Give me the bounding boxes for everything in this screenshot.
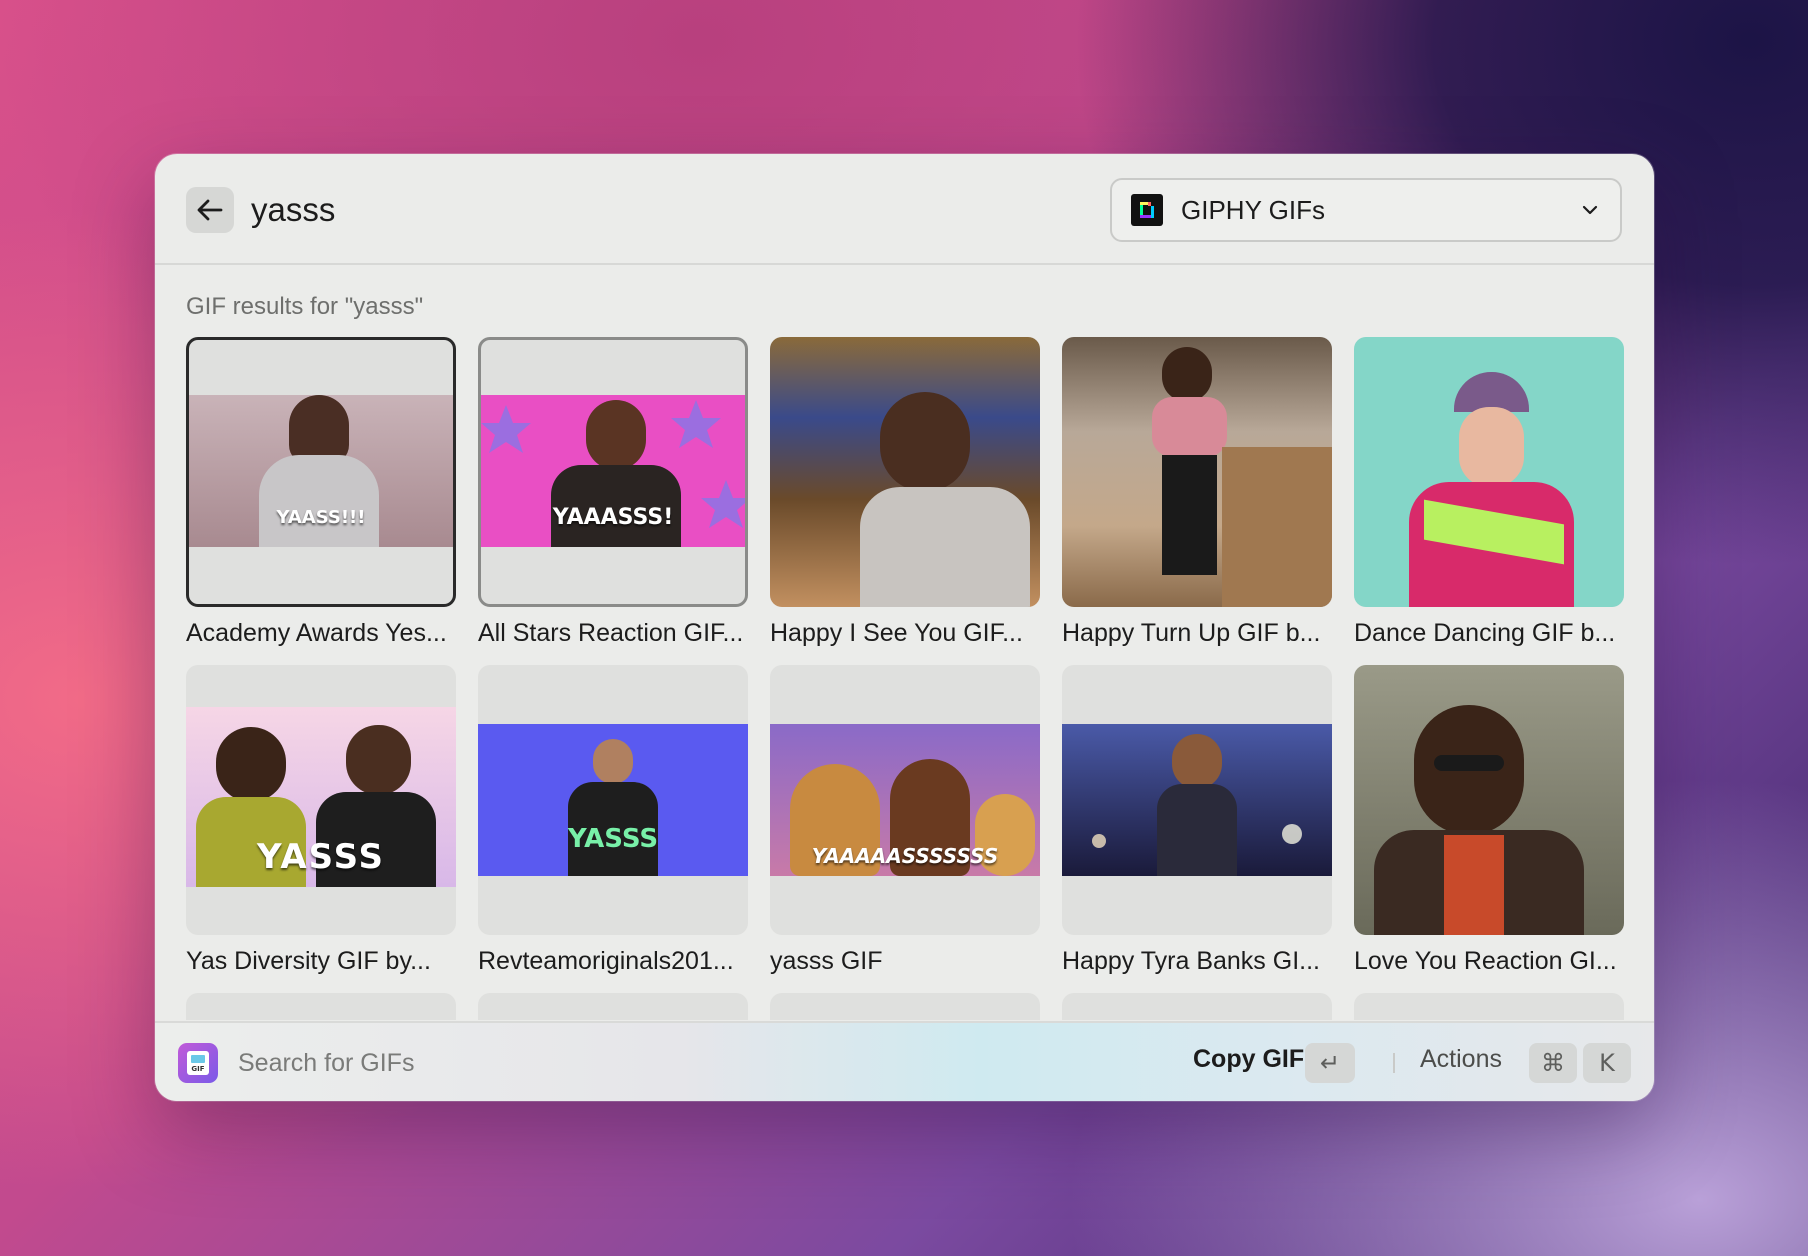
enter-key-hint: ↵	[1305, 1043, 1355, 1083]
gif-grid: YAASS!!! Academy Awards Yes... YAAASSS!	[186, 337, 1626, 1020]
gif-result[interactable]: Happy I See You GIF...	[770, 337, 1040, 648]
command-key-hint: ⌘	[1529, 1043, 1577, 1083]
gif-caption: Happy Tyra Banks GI...	[1062, 947, 1320, 975]
gif-image	[1062, 337, 1332, 607]
gif-result[interactable]: YAASS!!! Academy Awards Yes...	[186, 337, 456, 648]
gif-thumbnail[interactable]	[1354, 337, 1624, 607]
gif-result[interactable]: Love You Reaction GI...	[1354, 665, 1624, 976]
gif-thumbnail-loading[interactable]	[770, 993, 1040, 1020]
gif-result[interactable]	[1354, 993, 1624, 1020]
gif-caption: yasss GIF	[770, 947, 883, 975]
gif-image	[1354, 665, 1624, 935]
search-query[interactable]: yasss	[251, 186, 335, 234]
gif-overlay-text: YASSS	[567, 824, 659, 854]
copy-gif-button[interactable]: Copy GIF	[1193, 1045, 1304, 1074]
source-label: GIPHY GIFs	[1181, 194, 1325, 225]
gif-caption: Academy Awards Yes...	[186, 619, 447, 647]
chevron-down-icon	[1582, 205, 1598, 215]
gif-result[interactable]	[186, 993, 456, 1020]
gif-caption: Happy I See You GIF...	[770, 619, 1023, 647]
gif-image: YAAAAASSSSSSS	[770, 724, 1040, 876]
gif-overlay-text: YAAASSS!	[552, 505, 674, 530]
gif-caption: Dance Dancing GIF b...	[1354, 619, 1616, 647]
giphy-logo-icon	[1131, 194, 1163, 226]
gif-image: YAAASSS!	[481, 395, 745, 547]
gif-overlay-text: YAASS!!!	[276, 507, 366, 528]
gif-image: YASSS	[186, 707, 456, 887]
gif-thumbnail[interactable]	[1062, 665, 1332, 935]
divider	[1393, 1053, 1395, 1073]
gif-image: YAASS!!!	[189, 395, 453, 547]
gif-thumbnail[interactable]: YASSS	[186, 665, 456, 935]
gif-result[interactable]	[478, 993, 748, 1020]
gif-image: YASSS	[478, 724, 748, 876]
gif-result[interactable]: Happy Turn Up GIF b...	[1062, 337, 1332, 648]
header: yasss GIPHY GIFs	[155, 154, 1654, 265]
gif-thumbnail[interactable]	[770, 337, 1040, 607]
gif-thumbnail[interactable]: YAAASSS!	[478, 337, 748, 607]
gif-caption: Revteamoriginals201...	[478, 947, 734, 975]
gif-result[interactable]: YASSS Yas Diversity GIF by...	[186, 665, 456, 976]
section-title: GIF results for "yasss"	[186, 293, 424, 320]
gif-caption: Love You Reaction GI...	[1354, 947, 1617, 975]
gif-result[interactable]: Happy Tyra Banks GI...	[1062, 665, 1332, 976]
source-dropdown[interactable]: GIPHY GIFs	[1110, 178, 1622, 242]
gif-search-window: yasss GIPHY GIFs GIF results for "yasss"	[155, 154, 1654, 1101]
gif-thumbnail-loading[interactable]	[478, 993, 748, 1020]
k-key-hint: K	[1583, 1043, 1631, 1083]
gif-thumbnail[interactable]: YASSS	[478, 665, 748, 935]
gif-thumbnail[interactable]: YAASS!!!	[186, 337, 456, 607]
gif-result[interactable]: YAAAAASSSSSSS yasss GIF	[770, 665, 1040, 976]
gif-app-icon: GIF	[178, 1043, 218, 1083]
gif-image	[1062, 724, 1332, 876]
gif-caption: All Stars Reaction GIF...	[478, 619, 744, 647]
gif-result[interactable]: YASSS Revteamoriginals201...	[478, 665, 748, 976]
gif-result[interactable]	[1062, 993, 1332, 1020]
action-bar: GIF Copy GIF ↵ Actions ⌘ K	[155, 1021, 1654, 1101]
gif-image	[770, 337, 1040, 607]
gif-thumbnail[interactable]	[1354, 665, 1624, 935]
svg-text:GIF: GIF	[191, 1065, 204, 1073]
gif-thumbnail[interactable]: YAAAAASSSSSSS	[770, 665, 1040, 935]
gif-result[interactable]	[770, 993, 1040, 1020]
arrow-left-icon	[197, 199, 223, 221]
gif-thumbnail-loading[interactable]	[186, 993, 456, 1020]
gif-caption: Happy Turn Up GIF b...	[1062, 619, 1321, 647]
gif-image	[1354, 337, 1624, 607]
gif-overlay-text: YAAAAASSSSSSS	[811, 844, 999, 868]
gif-search-input[interactable]	[238, 1045, 738, 1081]
gif-result[interactable]: Dance Dancing GIF b...	[1354, 337, 1624, 648]
actions-button[interactable]: Actions	[1420, 1045, 1502, 1074]
gif-caption: Yas Diversity GIF by...	[186, 947, 431, 975]
gif-thumbnail-loading[interactable]	[1062, 993, 1332, 1020]
gif-result[interactable]: YAAASSS! All Stars Reaction GIF...	[478, 337, 748, 648]
gif-thumbnail[interactable]	[1062, 337, 1332, 607]
back-button[interactable]	[186, 187, 234, 233]
gif-thumbnail-loading[interactable]	[1354, 993, 1624, 1020]
gif-overlay-text: YASSS	[256, 837, 386, 877]
